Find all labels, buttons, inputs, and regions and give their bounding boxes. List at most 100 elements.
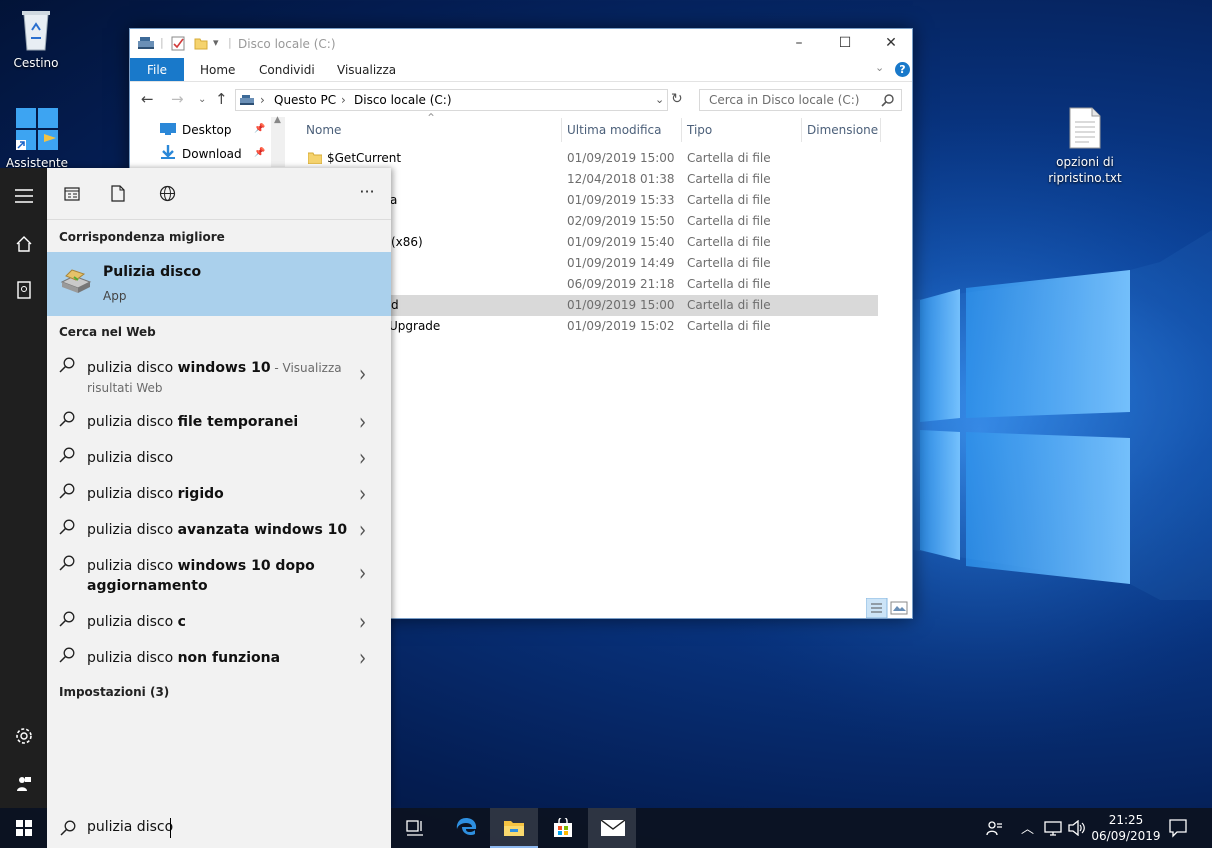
task-view-button[interactable] [391,808,439,848]
hamburger-menu-icon[interactable] [0,176,47,216]
volume-icon[interactable] [1068,820,1086,836]
text-file-label: opzioni di ripristino.txt [1048,155,1122,185]
windows-logo-icon [16,820,32,836]
close-button[interactable]: ✕ [868,29,914,58]
tab-view[interactable]: Visualizza [337,58,396,81]
file-type: Cartella di file [687,172,771,186]
expand-ribbon-icon[interactable]: ⌄ [875,61,884,74]
column-divider[interactable] [681,118,682,142]
taskbar-search-box[interactable]: pulizia disco [47,808,391,848]
chevron-right-icon[interactable]: › [359,445,366,472]
web-filter-icon[interactable] [155,184,179,206]
nav-item-download[interactable]: Download [182,147,242,161]
settings-section-header[interactable]: Impostazioni (3) [59,685,169,699]
file-name: a [390,193,398,207]
file-explorer-button[interactable] [490,808,538,848]
file-type: Cartella di file [687,277,771,291]
network-icon[interactable] [1044,820,1062,836]
start-button[interactable] [0,808,47,848]
settings-gear-icon[interactable] [0,716,47,756]
search-icon [881,94,894,107]
clock-time: 21:25 [1108,813,1144,827]
show-hidden-icons-icon[interactable]: ︿ [1021,818,1034,837]
nav-item-desktop[interactable]: Desktop [182,123,232,137]
properties-icon[interactable] [171,36,185,51]
minimize-button[interactable]: – [776,29,822,58]
separator: | [160,36,164,49]
breadcrumb-this-pc[interactable]: Questo PC [274,93,336,107]
title-bar[interactable]: | ▾ | Disco locale (C:) – ☐ ✕ [130,29,912,58]
feedback-icon[interactable] [0,764,47,804]
column-size[interactable]: Dimensione [807,123,878,137]
breadcrumb-drive[interactable]: Disco locale (C:) [354,93,452,107]
suggestion-bold: non funziona [177,650,281,666]
text-file-icon[interactable]: opzioni di ripristino.txt [1046,106,1124,186]
window-title: Disco locale (C:) [238,37,336,51]
column-type[interactable]: Tipo [687,123,712,137]
tab-home[interactable]: Home [200,58,235,81]
search-icon [59,447,75,463]
column-divider[interactable] [801,118,802,142]
folder-icon [504,821,524,836]
suggestion-plain: pulizia disco [87,486,178,502]
search-query: pulizia disco [87,819,174,835]
maximize-button[interactable]: ☐ [822,29,868,58]
nav-scrollbar[interactable]: ▲ [271,115,285,167]
assistant-icon[interactable]: Assistente [4,106,70,170]
action-center-icon[interactable] [1168,818,1188,838]
taskbar-clock[interactable]: 21:25 06/09/2019 [1090,812,1162,844]
recent-locations-icon[interactable]: ⌄ [198,94,206,105]
chevron-right-icon[interactable]: › [359,481,366,508]
best-match-header: Corrispondenza migliore [59,230,225,244]
chevron-right-icon[interactable]: › [359,645,366,672]
up-icon[interactable]: ↑ [215,90,228,108]
web-suggestion[interactable]: pulizia disco rigido › [47,476,391,512]
chevron-right-icon[interactable]: › [359,361,366,388]
web-suggestion[interactable]: pulizia disco windows 10 - Visualizza ri… [47,350,391,402]
web-suggestion[interactable]: pulizia disco file temporanei › [47,404,391,440]
web-suggestion[interactable]: pulizia disco windows 10 dopo aggiorname… [47,548,391,600]
home-icon[interactable] [0,224,47,264]
recycle-bin-icon[interactable]: Cestino [8,8,64,70]
web-suggestion[interactable]: pulizia disco c › [47,604,391,640]
chevron-right-icon[interactable]: › [359,409,366,436]
help-icon[interactable]: ? [895,62,910,77]
explorer-search-box[interactable]: Cerca in Disco locale (C:) [699,89,902,111]
file-date: 12/04/2018 01:38 [567,172,675,186]
chevron-right-icon[interactable]: › [359,517,366,544]
search-icon [59,555,75,571]
back-icon[interactable]: ← [141,90,154,108]
customize-qa-icon[interactable]: ▾ [213,36,219,49]
mail-button[interactable] [588,808,636,848]
file-row[interactable]: $GetCurrent 01/09/2019 15:00 Cartella di… [300,148,878,169]
apps-filter-icon[interactable] [60,184,84,206]
tab-share[interactable]: Condividi [259,58,315,81]
address-bar[interactable]: › Questo PC › Disco locale (C:) ⌄ [235,89,668,111]
column-divider[interactable] [561,118,562,142]
web-suggestion[interactable]: pulizia disco › [47,440,391,476]
best-match-result[interactable]: Pulizia disco App [47,252,391,316]
chevron-right-icon[interactable]: › [359,609,366,636]
forward-icon[interactable]: → [171,90,184,108]
address-dropdown-icon[interactable]: ⌄ [655,93,664,106]
file-type: Cartella di file [687,319,771,333]
web-suggestion[interactable]: pulizia disco avanzata windows 10 › [47,512,391,548]
details-view-icon[interactable] [865,597,910,619]
store-button[interactable] [539,808,587,848]
documents-filter-icon[interactable] [106,184,130,206]
column-modified[interactable]: Ultima modifica [567,123,662,137]
people-icon[interactable] [985,820,1003,836]
chevron-right-icon[interactable]: › [359,560,366,587]
suggestion-bold: rigido [177,486,224,502]
new-folder-icon[interactable] [194,36,208,50]
notebook-icon[interactable] [0,270,47,310]
refresh-icon[interactable]: ↻ [671,91,683,107]
column-divider[interactable] [880,118,881,142]
web-suggestion[interactable]: pulizia disco non funziona › [47,640,391,676]
edge-button[interactable] [442,808,490,848]
more-options-icon[interactable]: ··· [355,182,379,204]
breadcrumb-separator: › [260,93,265,107]
tab-file[interactable]: File [130,58,184,81]
column-name[interactable]: Nome [306,123,341,137]
edge-icon [456,818,477,835]
